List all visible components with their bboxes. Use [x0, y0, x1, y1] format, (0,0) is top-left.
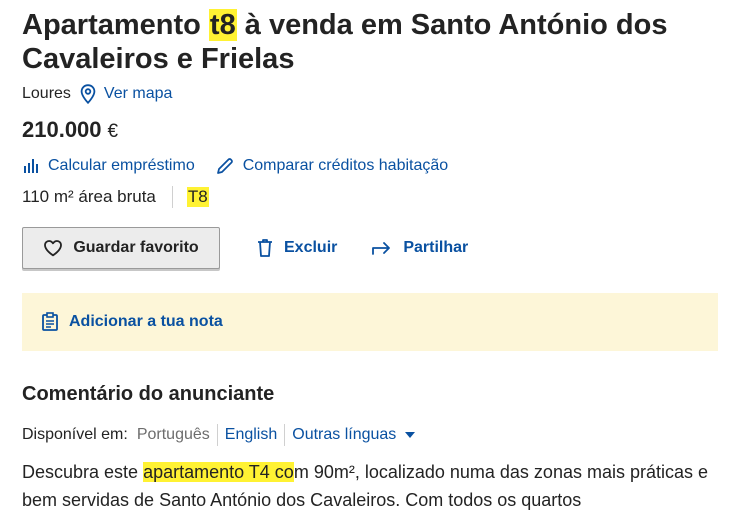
pencil-icon	[215, 156, 235, 176]
add-note-button[interactable]: Adicionar a tua nota	[22, 293, 718, 351]
trash-icon	[258, 239, 272, 257]
add-note-label: Adicionar a tua nota	[69, 313, 223, 330]
map-pin-icon[interactable]	[80, 84, 96, 105]
advertiser-comment-heading: Comentário do anunciante	[22, 383, 275, 405]
typology-badge: T8	[186, 187, 209, 207]
property-specs: 110 m² área bruta T8	[22, 186, 209, 208]
share-button[interactable]: Partilhar	[371, 239, 468, 257]
language-divider	[284, 424, 286, 446]
price: 210.000 €	[22, 117, 118, 143]
listing-page: Apartamento t8 à venda em Santo António …	[0, 0, 731, 515]
caret-down-icon	[405, 432, 416, 438]
available-in-label: Disponível em:	[22, 426, 128, 443]
title-highlight: t8	[208, 9, 237, 41]
compare-credit-link[interactable]: Comparar créditos habitação	[215, 156, 448, 176]
desc-text-start: Descubra este	[22, 462, 144, 482]
title-text-start: Apartamento	[22, 9, 209, 41]
price-currency: €	[107, 121, 119, 142]
view-map-link[interactable]: Ver mapa	[104, 85, 172, 103]
save-favorite-label: Guardar favorito	[73, 239, 199, 256]
language-english[interactable]: English	[225, 426, 277, 444]
heart-icon	[44, 240, 63, 257]
gross-area: 110 m² área bruta	[22, 187, 156, 206]
other-languages-dropdown[interactable]: Outras línguas	[292, 426, 416, 444]
desc-highlight: apartamento T4 co	[143, 462, 294, 482]
share-label: Partilhar	[403, 239, 469, 256]
advertiser-description: Descubra este apartamento T4 com 90m², l…	[22, 458, 722, 514]
language-current: Português	[136, 426, 210, 443]
compare-credit-label: Comparar créditos habitação	[242, 157, 449, 174]
other-languages-label: Outras línguas	[292, 426, 397, 443]
language-selector: Disponível em: Português English Outras …	[22, 424, 416, 446]
loan-calculator-label: Calcular empréstimo	[48, 157, 195, 174]
location-row: Loures Ver mapa	[22, 84, 172, 105]
bar-chart-icon	[22, 157, 40, 175]
listing-title: Apartamento t8 à venda em Santo António …	[22, 8, 722, 76]
note-icon	[42, 312, 58, 331]
price-value: 210.000	[22, 117, 102, 142]
loan-calculator-link[interactable]: Calcular empréstimo	[22, 157, 195, 175]
finance-tools: Calcular empréstimo Comparar créditos ha…	[22, 156, 448, 176]
spec-divider	[171, 186, 173, 208]
listing-actions: Guardar favorito Excluir Partilhar	[22, 227, 468, 269]
language-divider	[216, 424, 218, 446]
share-arrow-icon	[372, 242, 391, 255]
delete-label: Excluir	[284, 239, 338, 256]
save-favorite-button[interactable]: Guardar favorito	[22, 227, 220, 269]
delete-button[interactable]: Excluir	[256, 238, 337, 258]
location-city: Loures	[22, 85, 71, 102]
